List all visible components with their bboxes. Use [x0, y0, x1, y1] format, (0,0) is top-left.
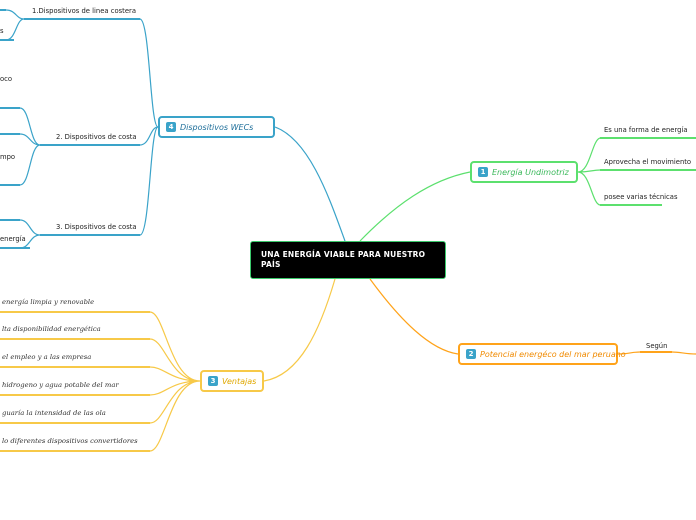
link-ventajas-children — [149, 311, 201, 452]
topic-ventajas[interactable]: 3 Ventajas — [200, 370, 264, 392]
subtopic-ventajas-2[interactable]: lta disponibilidad energética — [2, 325, 101, 333]
topic-potencial-energetico[interactable]: 2 Potencial energéco del mar peruano — [458, 343, 626, 365]
subtopic-dispositivos-2[interactable]: 2. Dispositivos de costa — [56, 133, 137, 141]
badge-3: 3 — [208, 376, 218, 386]
topic-potencial-label: Potencial energéco del mar peruano — [480, 349, 626, 359]
topic-dispositivos-label: Dispositivos WECs — [180, 122, 254, 132]
badge-4: 4 — [166, 122, 176, 132]
topic-dispositivos-wecs[interactable]: 4 Dispositivos WECs — [158, 116, 275, 138]
subtopic-ventajas-1[interactable]: energía limpia y renovable — [2, 298, 94, 306]
link-disp-3-leaves — [19, 219, 41, 249]
link-ventajas — [263, 278, 336, 382]
badge-2: 2 — [466, 349, 476, 359]
link-disp-2-leaves — [19, 107, 41, 186]
link-dispositivos-children — [139, 18, 159, 236]
topic-energia-label: Energía Undimotriz — [492, 167, 569, 177]
link-energia — [359, 171, 471, 242]
central-topic[interactable]: UNA ENERGÍA VIABLE PARA NUESTRO PAÍS — [250, 241, 446, 279]
subtopic-dispositivos-1[interactable]: 1.Dispositivos de linea costera — [32, 7, 136, 15]
subtopic-ventajas-6[interactable]: lo diferentes dispositivos convertidores — [2, 437, 138, 445]
topic-ventajas-label: Ventajas — [222, 376, 257, 386]
central-title: UNA ENERGÍA VIABLE PARA NUESTRO PAÍS — [261, 250, 426, 269]
leaf-disp-2-b[interactable]: mpo — [0, 153, 15, 161]
subtopic-potencial-1[interactable]: Según — [646, 342, 667, 350]
link-potencial — [369, 278, 459, 355]
subtopic-energia-2[interactable]: Aprovecha el movimiento — [604, 158, 691, 166]
subtopic-energia-3[interactable]: posee varias técnicas — [604, 193, 678, 201]
subtopic-energia-1[interactable]: Es una forma de energía — [604, 126, 687, 134]
leaf-disp-2-a[interactable]: oco — [0, 75, 12, 83]
subtopic-dispositivos-3[interactable]: 3. Dispositivos de costa — [56, 223, 137, 231]
leaf-disp-3-a[interactable]: energía — [0, 235, 26, 243]
topic-energia-undimotriz[interactable]: 1 Energía Undimotriz — [470, 161, 578, 183]
leaf-disp-1-a[interactable]: s — [0, 27, 4, 35]
link-dispositivos — [274, 126, 346, 242]
link-disp-1-leaves — [5, 9, 25, 41]
subtopic-ventajas-4[interactable]: hidrogeno y agua potable del mar — [2, 381, 119, 389]
badge-1: 1 — [478, 167, 488, 177]
link-energia-children — [577, 137, 601, 206]
link-potencial-more — [671, 351, 696, 355]
subtopic-ventajas-3[interactable]: el empleo y a las empresa — [2, 353, 91, 361]
subtopic-ventajas-5[interactable]: guaría la intensidad de las ola — [2, 409, 106, 417]
